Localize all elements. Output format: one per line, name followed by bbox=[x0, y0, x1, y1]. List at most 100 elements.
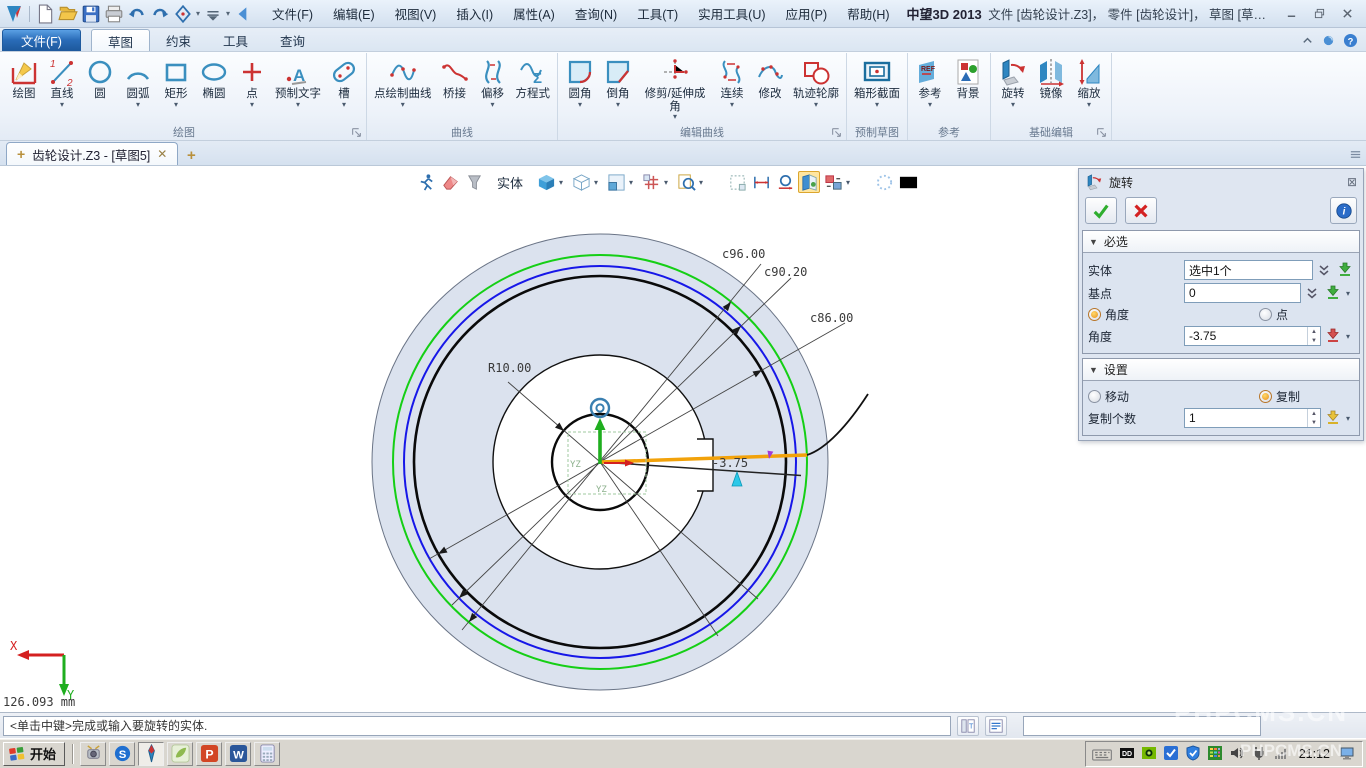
dropdown-icon[interactable]: ▾ bbox=[594, 178, 603, 187]
dropdown-icon[interactable]: ▾ bbox=[578, 101, 582, 110]
powerpoint-icon[interactable]: P bbox=[196, 742, 222, 766]
ribbon-button-修改[interactable]: 修改 bbox=[751, 54, 789, 122]
angle-radio[interactable] bbox=[1088, 308, 1101, 321]
ribbon-button-槽[interactable]: 槽▾ bbox=[325, 54, 363, 122]
start-button[interactable]: 开始 bbox=[3, 742, 65, 766]
fit-window-icon[interactable] bbox=[726, 171, 748, 193]
exit-sketch-icon[interactable] bbox=[415, 171, 437, 193]
dropdown-icon[interactable]: ▾ bbox=[664, 178, 673, 187]
pick-copies-icon[interactable] bbox=[1325, 410, 1342, 427]
dropdown-icon[interactable]: ▾ bbox=[136, 101, 140, 110]
grid-icon[interactable] bbox=[640, 171, 662, 193]
ribbon-button-椭圆[interactable]: 椭圆 bbox=[195, 54, 233, 122]
move-radio[interactable] bbox=[1088, 390, 1101, 403]
copy-radio[interactable] bbox=[1259, 390, 1272, 403]
info-button[interactable]: i bbox=[1330, 197, 1357, 224]
entity-input[interactable] bbox=[1184, 260, 1313, 280]
dialog-launcher-icon[interactable] bbox=[1096, 127, 1107, 138]
status-filter-icon[interactable]: T bbox=[957, 716, 979, 736]
dropdown-icon[interactable]: ▾ bbox=[174, 101, 178, 110]
ribbon-button-镜像[interactable]: 镜像 bbox=[1032, 54, 1070, 122]
help-icon[interactable]: ? bbox=[1343, 33, 1358, 48]
collapse-ribbon-icon[interactable] bbox=[1301, 34, 1314, 47]
tab-tools[interactable]: 工具 bbox=[207, 29, 264, 51]
ribbon-button-旋转[interactable]: 旋转▾ bbox=[994, 54, 1032, 122]
dropdown-icon[interactable]: ▾ bbox=[928, 101, 932, 110]
section-view-icon[interactable] bbox=[605, 171, 627, 193]
close-icon[interactable] bbox=[1336, 6, 1358, 22]
browser-icon[interactable]: S bbox=[109, 742, 135, 766]
menu-查询(N)[interactable]: 查询(N) bbox=[566, 1, 626, 26]
dropdown-icon[interactable]: ▾ bbox=[875, 101, 879, 110]
notes-app-icon[interactable] bbox=[167, 742, 193, 766]
required-section-header[interactable]: ▼必选 bbox=[1083, 231, 1359, 253]
minimize-icon[interactable] bbox=[1280, 6, 1302, 22]
antivirus-tray-icon[interactable] bbox=[1185, 745, 1202, 762]
document-tab-active[interactable]: + 齿轮设计.Z3 - [草图5] ✕ bbox=[6, 142, 178, 165]
active-sketch-toggle-icon[interactable] bbox=[798, 171, 820, 193]
expand-list-icon[interactable] bbox=[1317, 263, 1333, 277]
sketch-canvas[interactable]: YZ YZ c96.00 c90.20 R10.00 c86.00 R10.00… bbox=[0, 166, 1366, 712]
tab-inquire[interactable]: 查询 bbox=[264, 29, 321, 51]
color-swatch-black[interactable] bbox=[897, 171, 919, 193]
collapse-icon[interactable] bbox=[233, 4, 253, 24]
ribbon-button-箱形截面[interactable]: 箱形截面▾ bbox=[850, 54, 904, 122]
expand-list-icon[interactable] bbox=[1305, 286, 1321, 300]
ribbon-button-绘图[interactable]: 绘图 bbox=[5, 54, 43, 122]
power-plug-icon[interactable] bbox=[1251, 745, 1268, 762]
radial-dimension-icon[interactable] bbox=[774, 171, 796, 193]
ribbon-button-背景[interactable]: 背景 bbox=[949, 54, 987, 122]
dropdown-icon[interactable]: ▾ bbox=[250, 101, 254, 110]
ribbon-button-矩形[interactable]: 矩形▾ bbox=[157, 54, 195, 122]
dropdown-icon[interactable]: ▾ bbox=[814, 101, 818, 110]
angle-input[interactable] bbox=[1185, 327, 1307, 345]
dropdown-icon[interactable]: ▾ bbox=[1346, 289, 1354, 298]
base-point-input[interactable] bbox=[1184, 283, 1301, 303]
im-tray-icon[interactable] bbox=[1163, 745, 1180, 762]
rotate-view-icon[interactable] bbox=[173, 4, 193, 24]
dropdown-icon[interactable]: ▾ bbox=[1346, 332, 1354, 341]
redo-icon[interactable] bbox=[150, 4, 170, 24]
dolby-tray-icon[interactable]: DD bbox=[1119, 745, 1136, 762]
ribbon-button-点[interactable]: 点▾ bbox=[233, 54, 271, 122]
keyboard-icon[interactable] bbox=[1092, 745, 1112, 763]
network-signal-icon[interactable] bbox=[1273, 745, 1290, 762]
menu-属性(A)[interactable]: 属性(A) bbox=[504, 1, 564, 26]
wireframe-view-icon[interactable] bbox=[570, 171, 592, 193]
tab-close-icon[interactable]: ✕ bbox=[157, 147, 167, 161]
settings-section-header[interactable]: ▼设置 bbox=[1083, 359, 1359, 381]
angle-spinner[interactable]: ▲▼ bbox=[1307, 327, 1320, 345]
dropdown-icon[interactable]: ▾ bbox=[60, 101, 64, 110]
clock[interactable]: 21:12 bbox=[1299, 747, 1330, 761]
tab-sketch[interactable]: 草图 bbox=[91, 29, 150, 51]
ribbon-button-倒角[interactable]: 倒角▾ bbox=[599, 54, 637, 122]
dropdown-icon[interactable]: ▾ bbox=[490, 101, 494, 110]
dropdown-icon[interactable]: ▾ bbox=[342, 101, 346, 110]
ribbon-button-圆角[interactable]: 圆角▾ bbox=[561, 54, 599, 122]
file-menu-button[interactable]: 文件(F) bbox=[2, 29, 81, 51]
pick-point-icon[interactable] bbox=[1325, 285, 1342, 302]
ribbon-button-方程式[interactable]: Σ方程式 bbox=[512, 54, 555, 122]
ribbon-button-圆[interactable]: 圆 bbox=[81, 54, 119, 122]
show-desktop-icon[interactable] bbox=[1339, 745, 1356, 762]
dropdown-icon[interactable]: ▾ bbox=[296, 101, 300, 110]
dropdown-icon[interactable]: ▾ bbox=[226, 9, 230, 18]
dropdown-icon[interactable]: ▾ bbox=[1346, 414, 1354, 423]
ribbon-button-连续[interactable]: 连续▾ bbox=[713, 54, 751, 122]
pick-angle-icon[interactable] bbox=[1325, 328, 1342, 345]
restore-icon[interactable] bbox=[1308, 6, 1330, 22]
zoom-preview-icon[interactable] bbox=[675, 171, 697, 193]
ribbon-button-点绘制曲线[interactable]: 点绘制曲线▾ bbox=[370, 54, 436, 122]
status-list-icon[interactable] bbox=[985, 716, 1007, 736]
dropdown-icon[interactable]: ▾ bbox=[1087, 101, 1091, 110]
app-logo-icon[interactable] bbox=[4, 4, 24, 24]
menu-帮助(H)[interactable]: 帮助(H) bbox=[838, 1, 898, 26]
screenshot-tool-icon[interactable] bbox=[80, 742, 106, 766]
customize-toolbar-icon[interactable] bbox=[203, 4, 223, 24]
dropdown-icon[interactable]: ▾ bbox=[196, 9, 200, 18]
dropdown-icon[interactable]: ▾ bbox=[616, 101, 620, 110]
filter-icon[interactable] bbox=[463, 171, 485, 193]
menu-视图(V)[interactable]: 视图(V) bbox=[386, 1, 446, 26]
copies-input[interactable] bbox=[1185, 409, 1307, 427]
dropdown-icon[interactable]: ▾ bbox=[730, 101, 734, 110]
